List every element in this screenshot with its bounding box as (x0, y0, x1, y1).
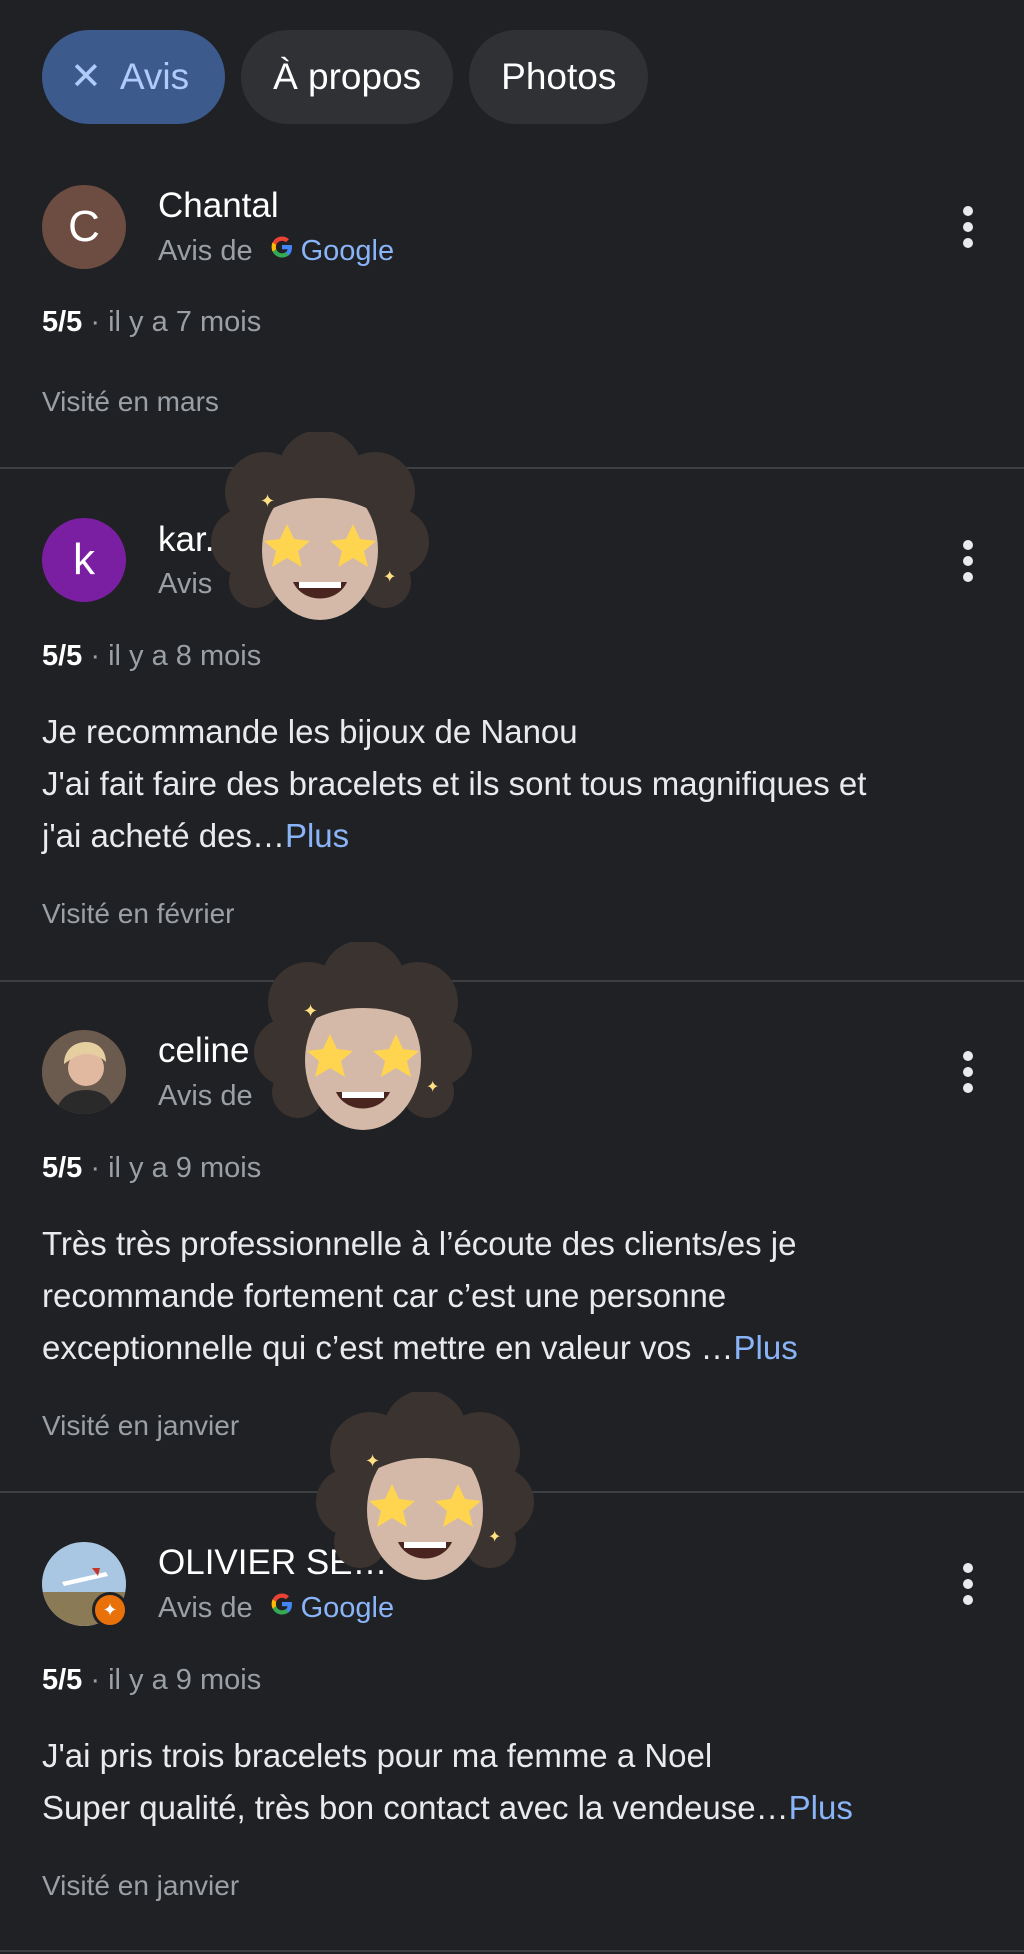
read-more-link[interactable]: Plus (789, 1789, 853, 1826)
svg-text:✦: ✦ (426, 1079, 439, 1096)
rating-line: 5/5 · il y a 8 mois (42, 640, 261, 673)
avatar[interactable]: C (42, 185, 126, 269)
review-text-line: J'ai fait faire des bracelets et ils son… (42, 765, 867, 802)
source-prefix: Avis de (158, 1080, 253, 1112)
rating-score: 5/5 (42, 306, 83, 338)
review-text-line: Je recommande les bijoux de Nanou (42, 713, 578, 750)
divider (0, 467, 1024, 469)
avatar-letter: k (73, 535, 95, 584)
read-more-link[interactable]: Plus (285, 817, 349, 854)
reviewer-name[interactable]: Chantal (158, 186, 279, 226)
review-time: · il y a 9 mois (90, 1664, 262, 1696)
review-text: Je recommande les bijoux de Nanou J'ai f… (42, 706, 992, 862)
avatar[interactable]: ✦ (42, 1542, 128, 1628)
rating-line: 5/5 · il y a 7 mois (42, 306, 261, 339)
visited-date: Visité en janvier (42, 1870, 240, 1901)
svg-text:✦: ✦ (303, 1001, 318, 1021)
more-options-icon[interactable] (960, 1563, 976, 1605)
reviewer-name[interactable]: celine (158, 1031, 249, 1071)
divider (0, 1950, 1024, 1952)
review-text-line: recommande fortement car c’est une perso… (42, 1277, 727, 1314)
source-prefix: Avis de (158, 234, 253, 267)
more-options-icon[interactable] (960, 540, 976, 582)
divider (0, 980, 1024, 982)
memoji-sticker-icon: ✦ ✦ (316, 1392, 534, 1580)
svg-text:✦: ✦ (365, 1451, 380, 1471)
visited-date: Visité en janvier (42, 1410, 240, 1441)
tab-photos-label: Photos (501, 56, 617, 97)
review-text-line: Très très professionnelle à l’écoute des… (42, 1225, 797, 1262)
svg-text:✦: ✦ (383, 569, 396, 586)
filter-chips: ✕ Avis À propos Photos (42, 30, 649, 124)
review-source: Avis de Google (158, 234, 394, 268)
rating-score: 5/5 (42, 1152, 83, 1184)
avatar-letter: C (68, 202, 100, 251)
local-guide-badge-icon: ✦ (92, 1592, 128, 1628)
source-prefix: Avis de (158, 1591, 253, 1624)
review-text: J'ai pris trois bracelets pour ma femme … (42, 1730, 992, 1834)
review-text-line: j'ai acheté des… (42, 817, 285, 854)
google-logo-icon (269, 234, 295, 268)
visited-date: Visité en mars (42, 386, 219, 417)
source-brand[interactable]: Google (301, 235, 395, 268)
memoji-sticker-icon: ✦ ✦ (254, 942, 472, 1130)
review-source: Avis de (158, 1080, 253, 1113)
tab-avis-label: Avis (119, 56, 190, 97)
svg-text:✦: ✦ (488, 1529, 501, 1546)
tab-photos[interactable]: Photos (469, 30, 649, 124)
tab-a-propos[interactable]: À propos (241, 30, 454, 124)
rating-score: 5/5 (42, 1664, 83, 1696)
rating-line: 5/5 · il y a 9 mois (42, 1664, 261, 1697)
profile-photo-icon (42, 1030, 126, 1114)
visited-date: Visité en février (42, 898, 235, 929)
more-options-icon[interactable] (960, 1051, 976, 1093)
review-time: · il y a 7 mois (90, 306, 262, 338)
more-options-icon[interactable] (960, 206, 976, 248)
read-more-link[interactable]: Plus (734, 1329, 798, 1366)
memoji-sticker-icon: ✦ ✦ (211, 432, 429, 620)
rating-line: 5/5 · il y a 9 mois (42, 1152, 261, 1185)
google-logo-icon (269, 1591, 295, 1625)
review-text-line: exceptionnelle qui c’est mettre en valeu… (42, 1329, 734, 1366)
avatar[interactable] (42, 1030, 126, 1114)
review-text-line: J'ai pris trois bracelets pour ma femme … (42, 1737, 713, 1774)
review-text: Très très professionnelle à l’écoute des… (42, 1218, 992, 1374)
review-text-line: Super qualité, très bon contact avec la … (42, 1789, 789, 1826)
review-time: · il y a 9 mois (90, 1152, 262, 1184)
tab-a-propos-label: À propos (273, 56, 422, 97)
rating-score: 5/5 (42, 640, 83, 672)
review-time: · il y a 8 mois (90, 640, 262, 672)
avatar[interactable]: k (42, 518, 126, 602)
tab-avis[interactable]: ✕ Avis (42, 30, 226, 124)
close-icon[interactable]: ✕ (70, 58, 102, 96)
svg-text:✦: ✦ (260, 491, 275, 511)
